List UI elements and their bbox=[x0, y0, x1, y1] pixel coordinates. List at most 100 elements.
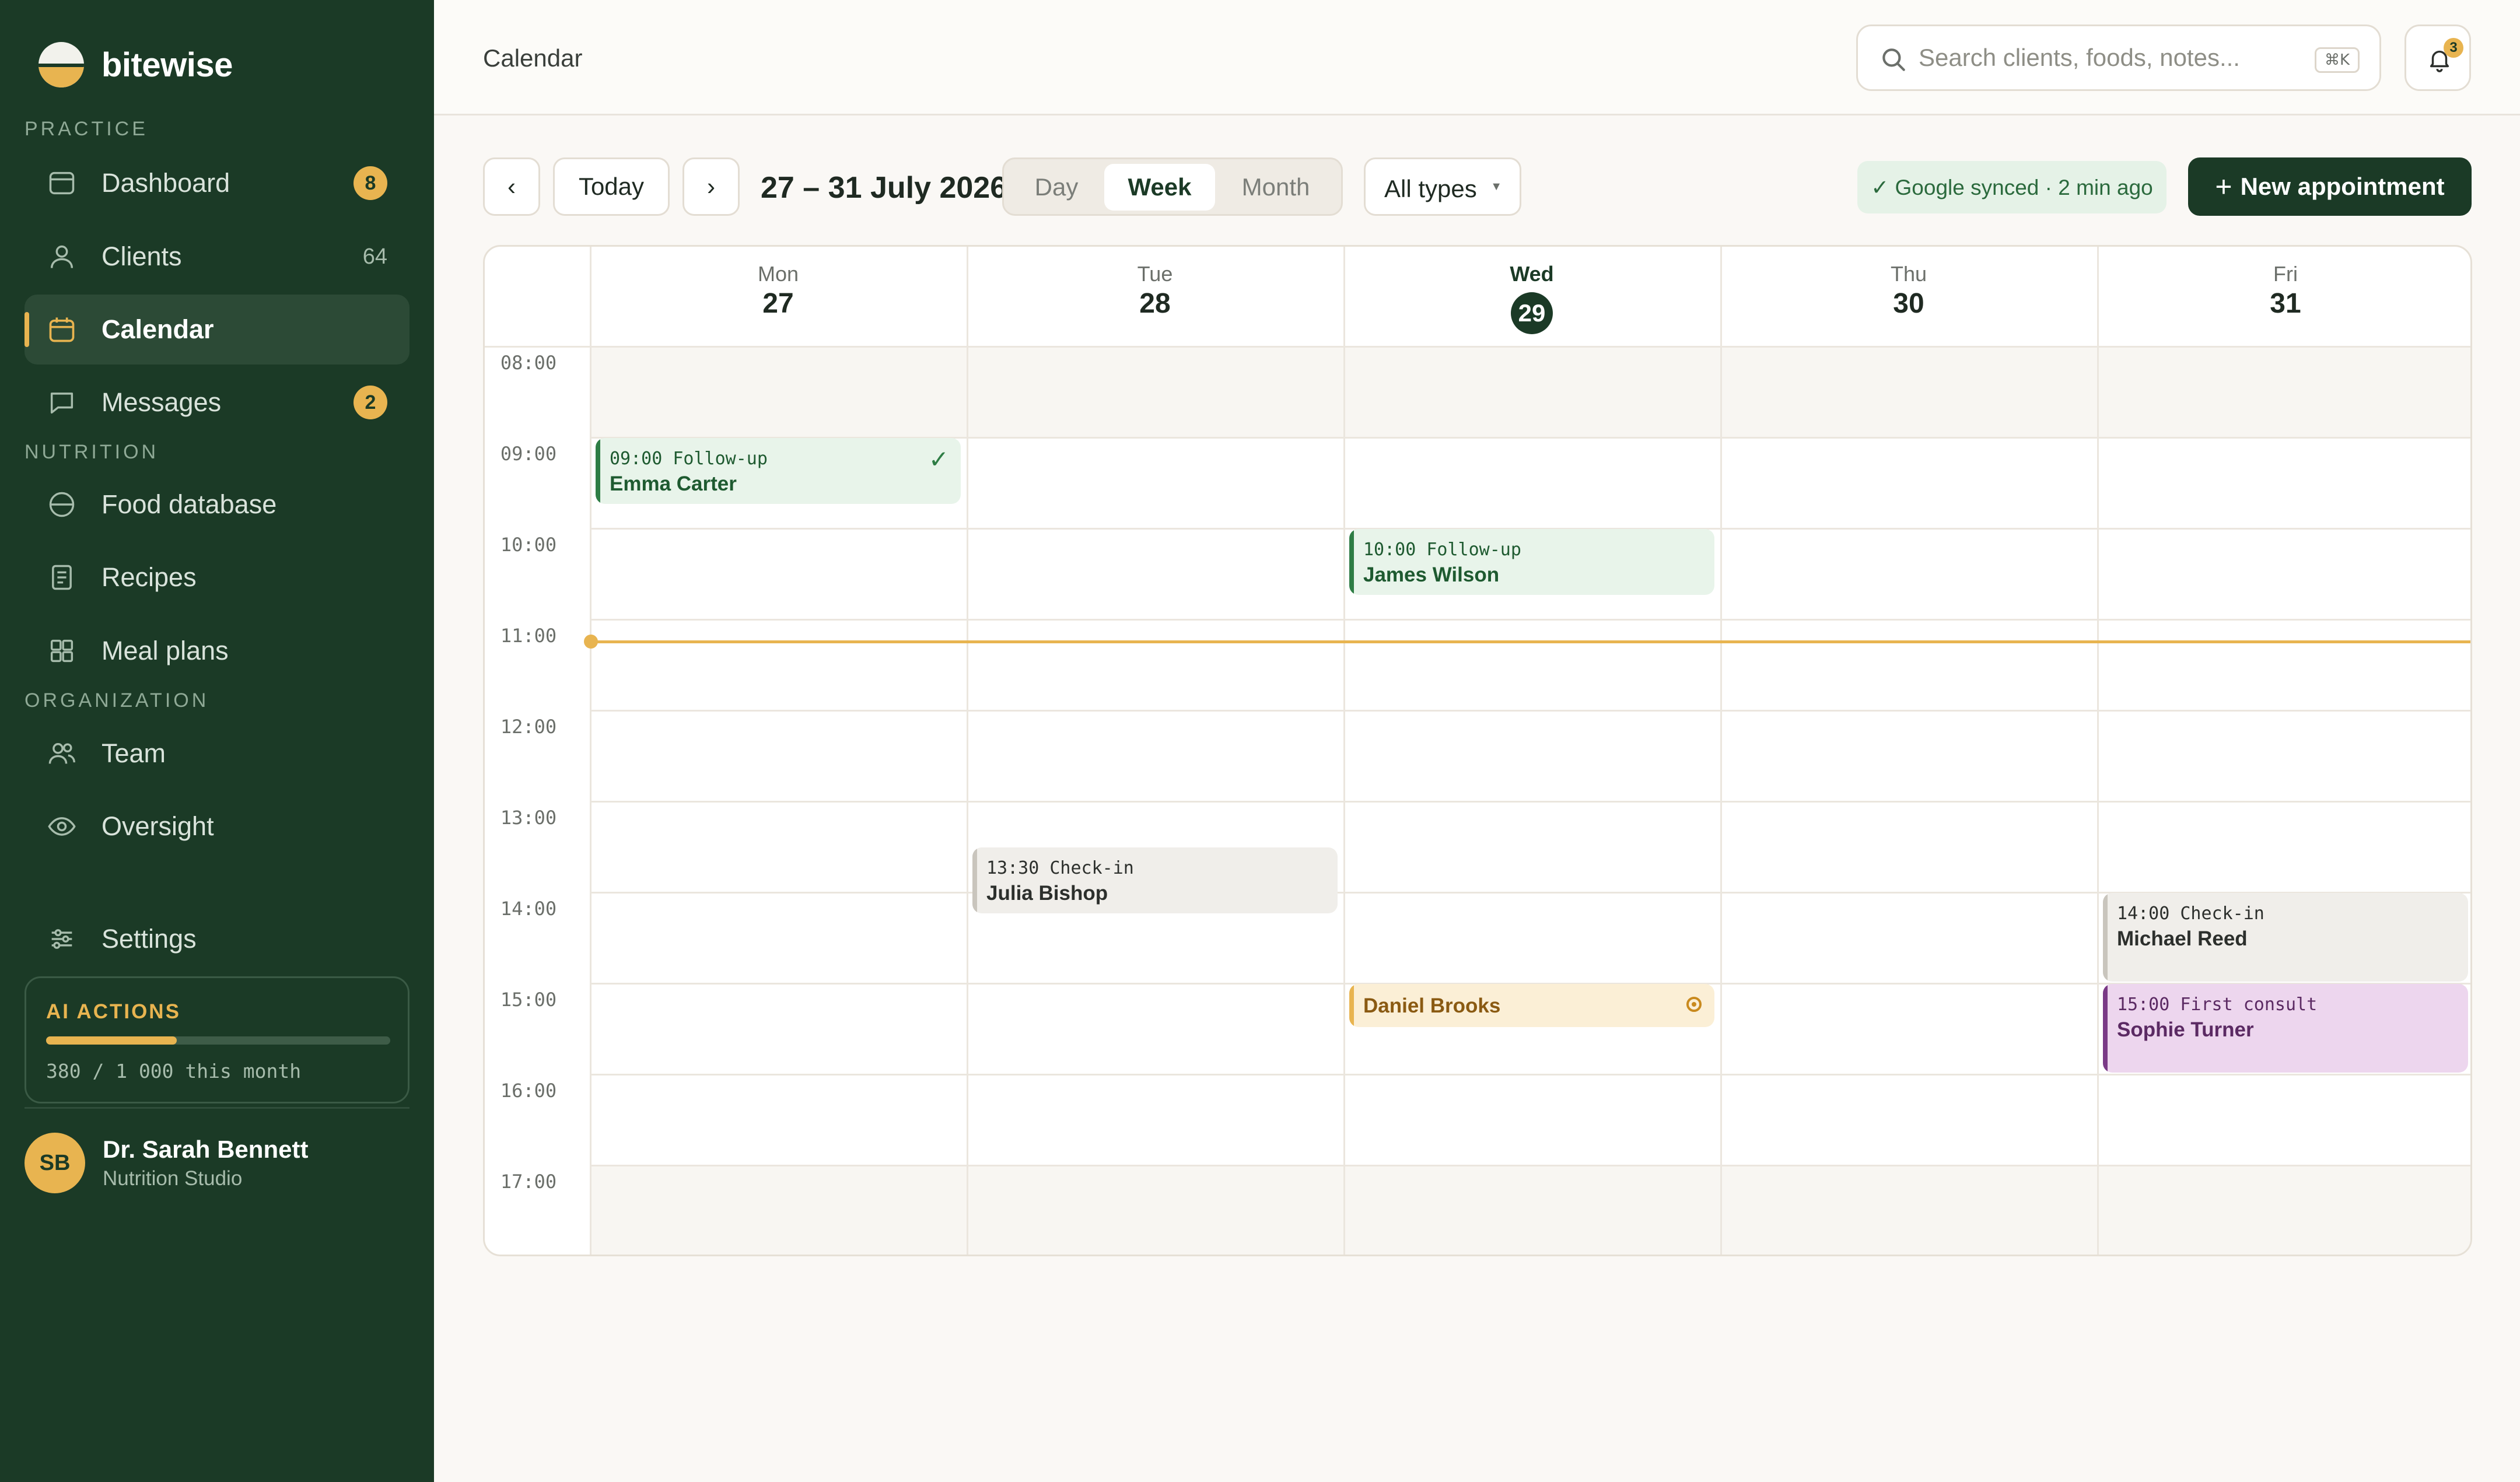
off-hours-shade bbox=[590, 1165, 2470, 1255]
ai-usage-bar bbox=[46, 1036, 390, 1045]
section-label-practice: PRACTICE bbox=[24, 118, 148, 140]
appointment-client: James Wilson bbox=[1363, 563, 1500, 586]
appointment-time: 09:00 Follow-up bbox=[610, 449, 768, 469]
sidebar-item-label: Meal plans bbox=[102, 636, 229, 665]
dashboard-icon bbox=[47, 168, 77, 198]
appointment-card[interactable]: Daniel Brooks bbox=[1349, 984, 1714, 1027]
logo-icon bbox=[38, 42, 84, 87]
type-filter-value: All types bbox=[1384, 175, 1477, 202]
hour-label: 11:00 bbox=[500, 625, 557, 647]
topbar: Calendar ⌘K 3 bbox=[434, 0, 2520, 115]
section-label-nutrition: NUTRITION bbox=[24, 441, 159, 463]
appointment-client: Julia Bishop bbox=[986, 882, 1108, 905]
appointment-card[interactable]: 15:00 First consult Sophie Turner bbox=[2103, 984, 2468, 1073]
day-name: Fri bbox=[2273, 262, 2298, 286]
today-button[interactable]: Today bbox=[553, 157, 670, 216]
day-name: Tue bbox=[1137, 262, 1173, 286]
search-input[interactable] bbox=[1919, 39, 2280, 76]
sync-status-badge: ✓ Google synced · 2 min ago bbox=[1857, 161, 2166, 213]
notifications-button[interactable]: 3 bbox=[2404, 24, 2471, 91]
sidebar-item-food-database[interactable]: Food database bbox=[24, 470, 410, 539]
appointment-card[interactable]: 09:00 Follow-up Emma Carter ✓ bbox=[596, 438, 961, 504]
sidebar-item-oversight[interactable]: Oversight bbox=[24, 791, 410, 861]
appointment-card[interactable]: 10:00 Follow-up James Wilson bbox=[1349, 529, 1714, 595]
pending-dot-icon bbox=[1686, 997, 1702, 1012]
sidebar-item-recipes[interactable]: Recipes bbox=[24, 542, 410, 612]
day-name: Mon bbox=[757, 262, 799, 286]
appointment-client: Sophie Turner bbox=[2117, 1018, 2254, 1041]
type-filter-select[interactable]: All types ▼ bbox=[1364, 157, 1521, 216]
calendar-grid: 08:00 09:00 10:00 11:00 12:00 13:00 14:00 15:00… bbox=[485, 247, 2470, 1255]
notification-badge: 3 bbox=[2444, 38, 2463, 58]
user-org: Nutrition Studio bbox=[103, 1167, 243, 1190]
day-header-wed[interactable]: Wed 29 bbox=[1343, 247, 1720, 346]
current-time-line bbox=[590, 640, 2470, 643]
message-icon bbox=[47, 387, 77, 418]
sidebar-item-label: Recipes bbox=[102, 562, 197, 592]
view-day-button[interactable]: Day bbox=[1009, 164, 1104, 211]
current-time-dot bbox=[584, 635, 598, 649]
off-hours-shade bbox=[590, 346, 2470, 437]
hour-line bbox=[590, 1074, 2470, 1075]
day-header-fri[interactable]: Fri 31 bbox=[2097, 247, 2470, 346]
next-week-button[interactable]: › bbox=[682, 157, 740, 216]
sidebar-item-label: Messages bbox=[102, 387, 222, 417]
appointment-card[interactable]: 14:00 Check-in Michael Reed bbox=[2103, 893, 2468, 982]
main-content: Calendar ⌘K 3 ‹ Today › 27 – 31 July 202… bbox=[434, 0, 2520, 1482]
day-column-line bbox=[1343, 247, 1345, 1255]
date-range-label: 27 – 31 July 2026 bbox=[761, 171, 1007, 205]
sidebar: bitewise PRACTICE Dashboard 8 Clients 64… bbox=[0, 0, 434, 1482]
day-column-line bbox=[967, 247, 968, 1255]
user-icon bbox=[47, 241, 77, 272]
day-header-thu[interactable]: Thu 30 bbox=[1720, 247, 2097, 346]
hour-line bbox=[590, 1165, 2470, 1166]
sidebar-item-meal-plans[interactable]: Meal plans bbox=[24, 616, 410, 686]
calendar-icon bbox=[47, 314, 77, 345]
sidebar-item-label: Oversight bbox=[102, 811, 214, 841]
avatar: SB bbox=[24, 1133, 85, 1193]
hour-label: 13:00 bbox=[500, 807, 557, 829]
sidebar-item-messages[interactable]: Messages 2 bbox=[24, 367, 410, 437]
view-month-button[interactable]: Month bbox=[1215, 164, 1336, 211]
search-icon bbox=[1882, 48, 1905, 71]
day-header-mon[interactable]: Mon 27 bbox=[590, 247, 967, 346]
team-icon bbox=[47, 738, 77, 769]
view-switcher: Day Week Month bbox=[1002, 157, 1343, 216]
prev-week-button[interactable]: ‹ bbox=[483, 157, 540, 216]
sidebar-item-label: Calendar bbox=[102, 314, 214, 344]
hour-label: 09:00 bbox=[500, 443, 557, 465]
ai-usage-fill bbox=[46, 1036, 177, 1045]
recipe-icon bbox=[47, 562, 77, 593]
grid-icon bbox=[47, 636, 77, 666]
new-appointment-button[interactable]: + New appointment bbox=[2188, 157, 2472, 216]
day-header-tue[interactable]: Tue 28 bbox=[967, 247, 1343, 346]
brand-name: bitewise bbox=[102, 45, 233, 84]
sidebar-item-calendar[interactable]: Calendar bbox=[24, 295, 410, 365]
sidebar-item-label: Settings bbox=[102, 924, 197, 954]
day-column-line bbox=[590, 247, 592, 1255]
sidebar-item-team[interactable]: Team bbox=[24, 719, 410, 789]
hour-line bbox=[590, 801, 2470, 803]
user-profile[interactable]: SB Dr. Sarah Bennett Nutrition Studio bbox=[24, 1133, 308, 1193]
client-count: 64 bbox=[362, 244, 387, 269]
sidebar-item-clients[interactable]: Clients 64 bbox=[24, 222, 410, 292]
header-divider bbox=[485, 346, 2470, 348]
page-title: Calendar bbox=[483, 44, 583, 72]
appointment-time: 13:30 Check-in bbox=[986, 858, 1134, 878]
chevron-down-icon: ▼ bbox=[1490, 180, 1502, 193]
view-week-button[interactable]: Week bbox=[1104, 164, 1215, 211]
ai-usage-text: 380 / 1 000 this month bbox=[46, 1060, 302, 1082]
appointment-client: Michael Reed bbox=[2117, 927, 2248, 950]
brand[interactable]: bitewise bbox=[38, 42, 233, 87]
sliders-icon bbox=[47, 924, 77, 954]
sidebar-item-label: Dashboard bbox=[102, 168, 230, 198]
day-number: 31 bbox=[2270, 288, 2301, 319]
sidebar-divider bbox=[24, 1107, 410, 1109]
search-box[interactable]: ⌘K bbox=[1856, 24, 2381, 91]
sidebar-item-dashboard[interactable]: Dashboard 8 bbox=[24, 148, 410, 218]
appointment-card[interactable]: 13:30 Check-in Julia Bishop bbox=[972, 847, 1338, 913]
unread-badge: 8 bbox=[354, 166, 387, 200]
new-appointment-label: New appointment bbox=[2240, 173, 2445, 200]
plus-icon: + bbox=[2215, 170, 2232, 203]
sidebar-item-settings[interactable]: Settings bbox=[24, 904, 410, 974]
